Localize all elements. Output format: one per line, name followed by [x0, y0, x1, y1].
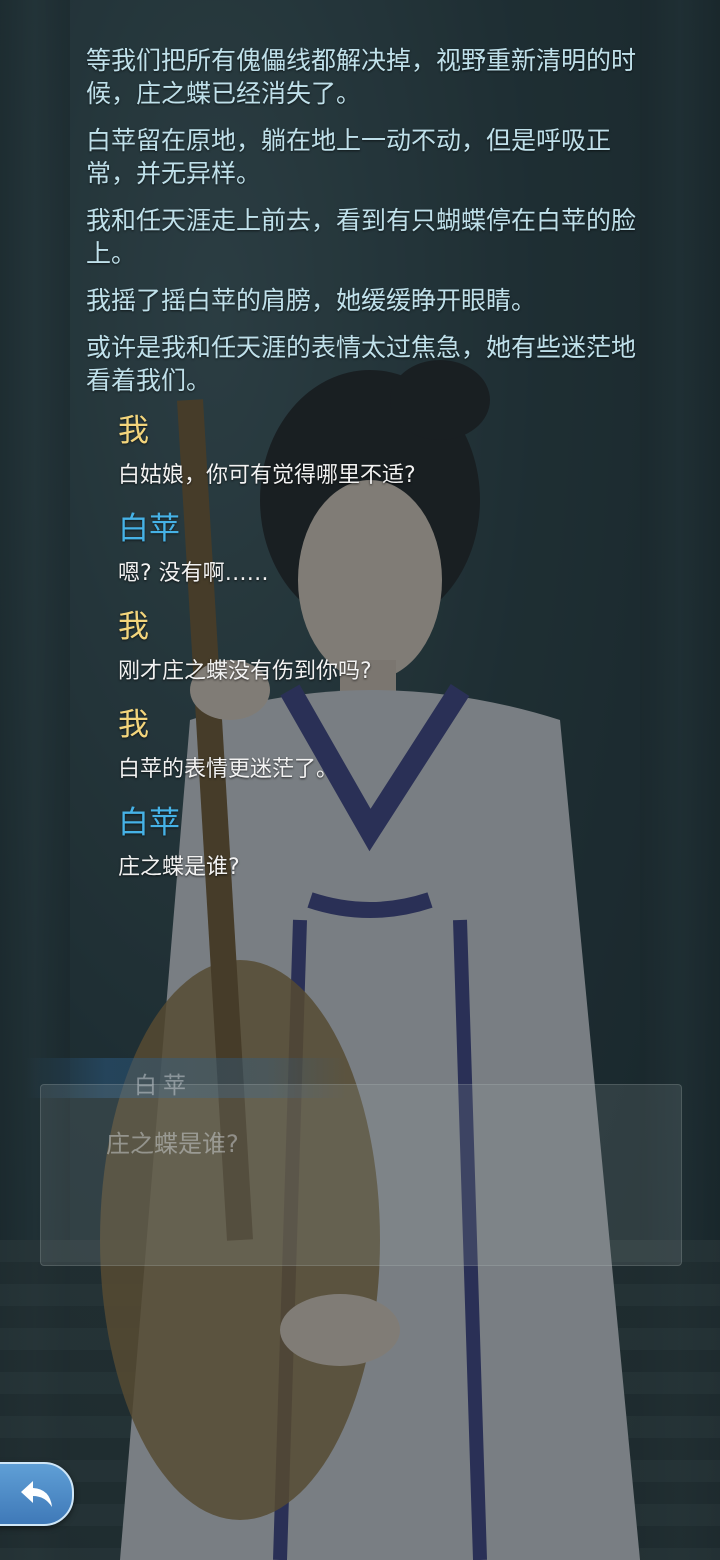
speaker-name: 我	[118, 413, 149, 449]
narration-text: 白苹留在原地，躺在地上一动不动，但是呼吸正常，并无异样。	[86, 126, 612, 188]
dialogue-line: 嗯? 没有啊……	[118, 561, 269, 586]
narration-text: 我和任天涯走上前去，看到有只蝴蝶停在白苹的脸上。	[86, 206, 637, 268]
dialogue-line: 刚才庄之蝶没有伤到你吗?	[118, 659, 372, 684]
narration-text: 我摇了摇白苹的肩膀，她缓缓睁开眼睛。	[86, 286, 537, 315]
dialogue-entry: 我 刚才庄之蝶没有伤到你吗?	[118, 607, 651, 687]
dialogue-entry: 白苹 嗯? 没有啊……	[118, 509, 651, 589]
speaker-name: 白苹	[118, 511, 180, 547]
speaker-name: 我	[118, 707, 149, 743]
back-button[interactable]	[0, 1462, 74, 1526]
dialogue-line: 庄之蝶是谁?	[118, 855, 240, 880]
dialogue-line: 白姑娘，你可有觉得哪里不适?	[118, 463, 416, 488]
dialog-speaker-name: 白苹	[134, 1073, 192, 1099]
dialogue-entry: 我 白姑娘，你可有觉得哪里不适?	[118, 411, 651, 491]
dialogue-entry: 白苹 庄之蝶是谁?	[118, 803, 651, 883]
speaker-name: 我	[118, 609, 149, 645]
dialogue-history-log[interactable]: 等我们把所有傀儡线都解决掉，视野重新清明的时候，庄之蝶已经消失了。 白苹留在原地…	[86, 44, 651, 901]
narration-text: 或许是我和任天涯的表情太过焦急，她有些迷茫地看着我们。	[86, 333, 637, 395]
dialogue-entry: 我 白苹的表情更迷茫了。	[118, 705, 651, 785]
narration-text: 等我们把所有傀儡线都解决掉，视野重新清明的时候，庄之蝶已经消失了。	[86, 46, 637, 108]
dialogue-line: 白苹的表情更迷茫了。	[118, 757, 339, 782]
speaker-name: 白苹	[118, 805, 180, 841]
dialog-box	[40, 1084, 682, 1266]
dialog-box-text: 庄之蝶是谁?	[106, 1130, 239, 1158]
back-arrow-icon	[21, 1481, 52, 1507]
